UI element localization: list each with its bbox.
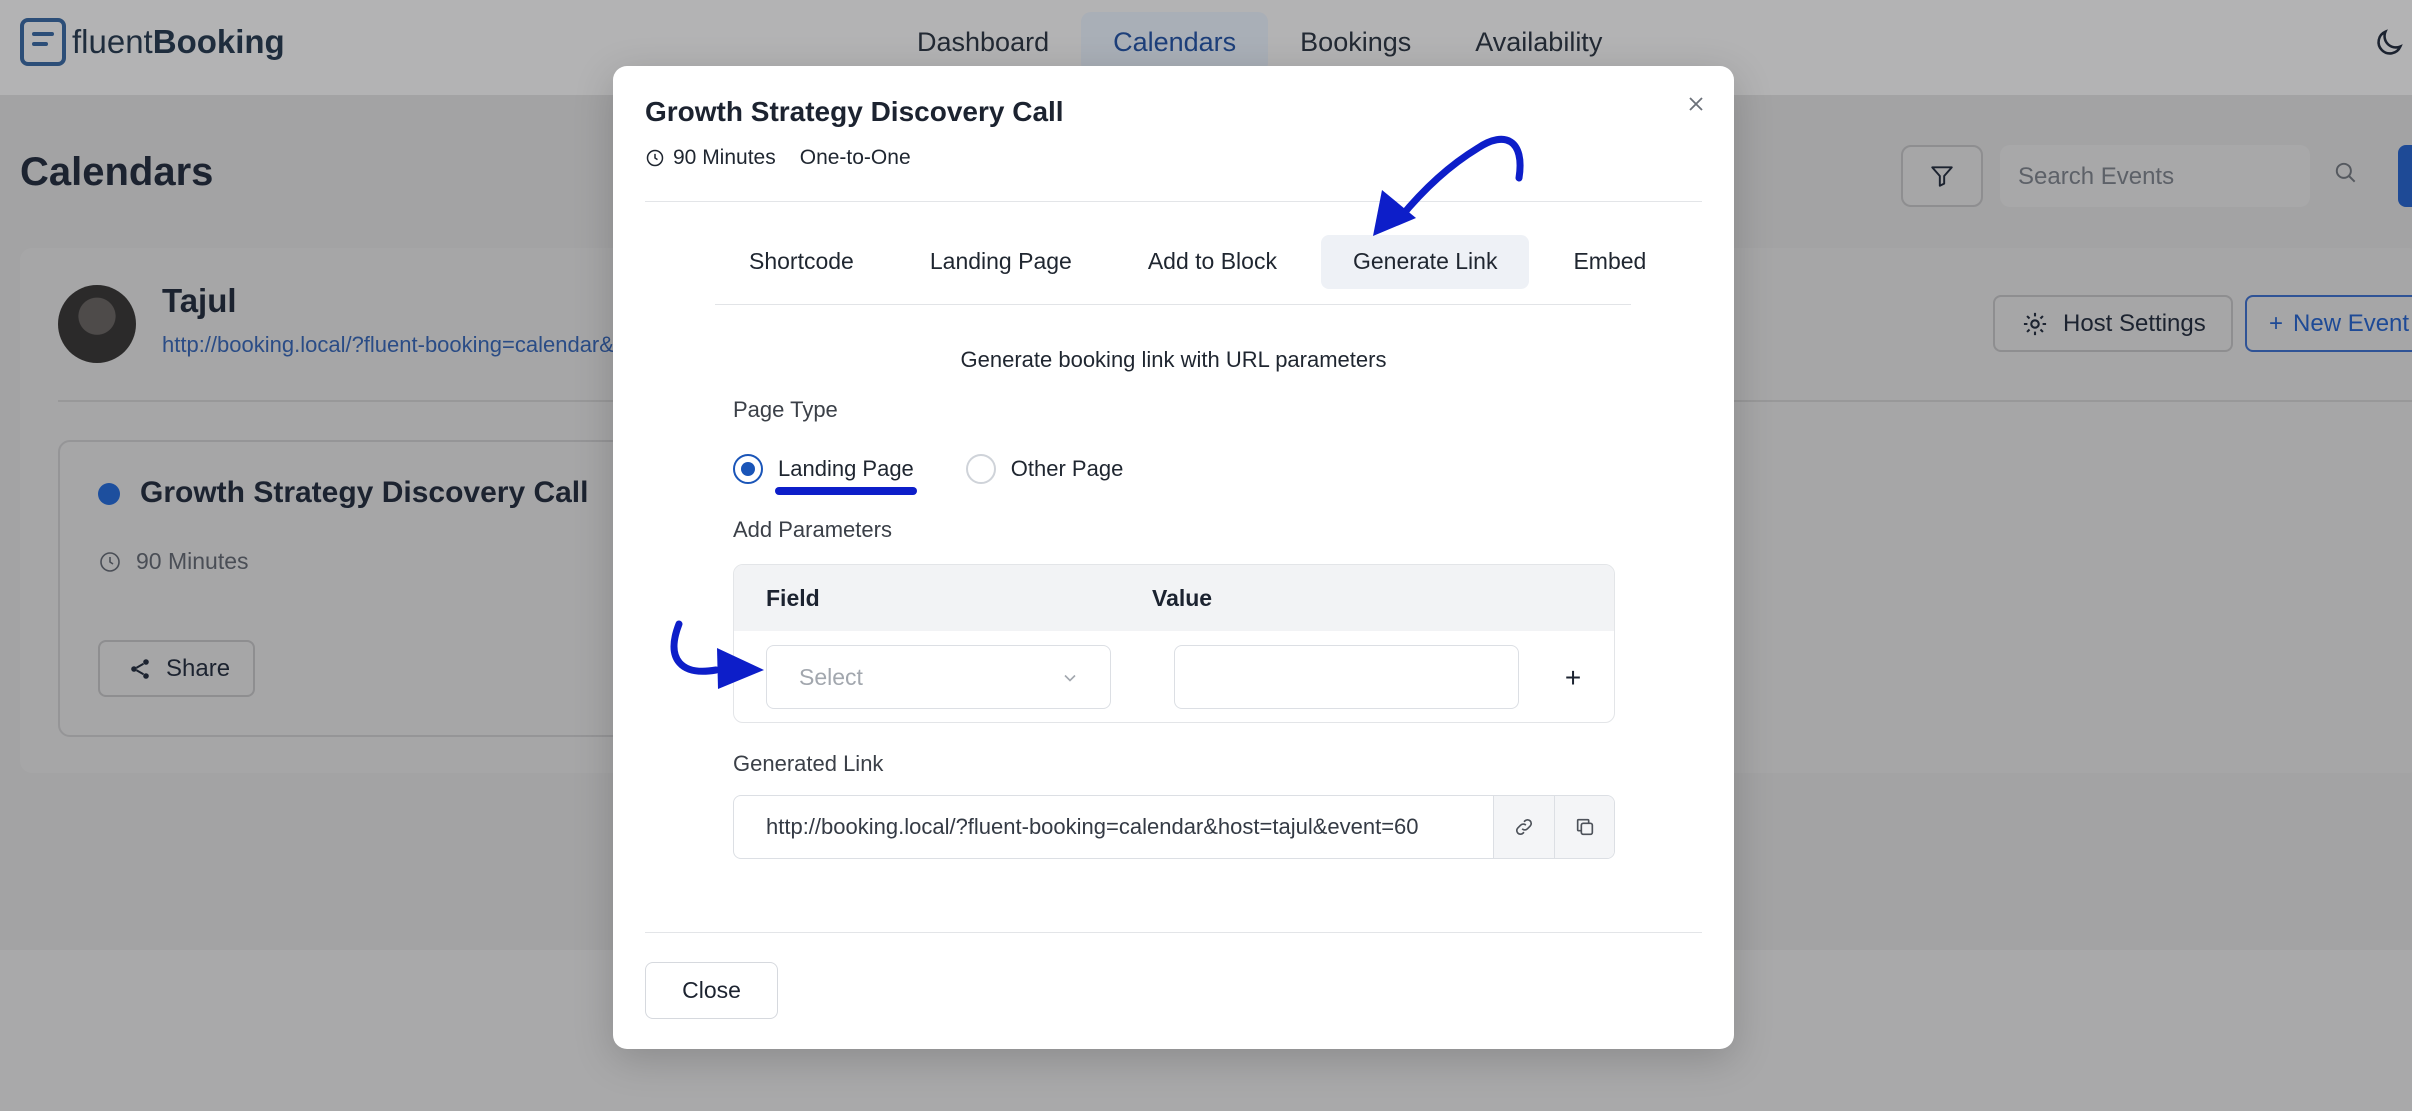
radio-landing-page-label: Landing Page xyxy=(778,456,914,481)
share-event-modal: Growth Strategy Discovery Call 90 Minute… xyxy=(613,66,1734,1049)
radio-other-page[interactable]: Other Page xyxy=(965,454,1124,484)
tab-generate-link[interactable]: Generate Link xyxy=(1320,235,1530,289)
modal-meta: 90 Minutes One-to-One xyxy=(645,146,911,170)
avatar xyxy=(58,285,136,363)
parameters-table: Field Value Select + xyxy=(733,564,1615,723)
tab-landing-page[interactable]: Landing Page xyxy=(898,235,1104,289)
nav-dashboard[interactable]: Dashboard xyxy=(885,12,1081,73)
tab-add-to-block[interactable]: Add to Block xyxy=(1116,235,1309,289)
nav-calendars[interactable]: Calendars xyxy=(1081,12,1269,73)
open-link-button[interactable] xyxy=(1494,796,1554,858)
share-label: Share xyxy=(166,654,231,682)
add-parameters-label: Add Parameters xyxy=(733,517,892,542)
new-event-label: New Event xyxy=(2293,309,2410,337)
generated-link-field[interactable]: http://booking.local/?fluent-booking=cal… xyxy=(734,796,1494,858)
new-event-button[interactable]: + New Event xyxy=(2245,295,2412,352)
main-nav: Dashboard Calendars Bookings Availabilit… xyxy=(885,12,1634,73)
tab-embed[interactable]: Embed xyxy=(1541,235,1678,289)
page-type-label: Page Type xyxy=(733,397,838,422)
modal-event-type: One-to-One xyxy=(799,146,911,169)
clock-icon xyxy=(100,551,120,572)
value-input[interactable] xyxy=(1174,645,1519,709)
copy-link-button[interactable] xyxy=(1554,796,1614,858)
modal-close-icon[interactable] xyxy=(1679,87,1713,121)
event-card-duration: 90 Minutes xyxy=(98,548,249,575)
app-logo[interactable]: fluentBooking xyxy=(20,18,285,66)
radio-unchecked-indicator xyxy=(965,454,996,484)
tab-shortcode[interactable]: Shortcode xyxy=(717,235,886,289)
annotation-underline xyxy=(775,487,917,495)
modal-divider-top xyxy=(645,201,1702,202)
search-icon[interactable] xyxy=(2333,160,2359,186)
copy-icon xyxy=(1576,818,1593,836)
share-button[interactable]: Share xyxy=(98,640,255,697)
value-column-header: Value xyxy=(1152,584,1213,611)
radio-landing-page[interactable]: Landing Page xyxy=(733,454,914,484)
filter-icon xyxy=(1931,166,1953,187)
logo-text: fluentBooking xyxy=(72,23,285,60)
host-name: Tajul xyxy=(162,282,237,319)
radio-other-page-label: Other Page xyxy=(1010,456,1124,481)
share-tabs: Shortcode Landing Page Add to Block Gene… xyxy=(715,235,1646,305)
nav-bookings[interactable]: Bookings xyxy=(1268,12,1443,73)
logo-icon xyxy=(20,18,66,66)
share-icon xyxy=(131,658,149,679)
gear-icon xyxy=(2023,312,2047,335)
primary-action-button-edge[interactable] xyxy=(2398,145,2412,207)
radio-checked-indicator xyxy=(733,454,763,484)
modal-divider-bottom xyxy=(645,932,1702,933)
chevron-down-icon xyxy=(1064,674,1076,682)
host-link[interactable]: http://booking.local/?fluent-booking=cal… xyxy=(162,332,622,358)
host-settings-label: Host Settings xyxy=(2063,309,2206,337)
dark-mode-moon-icon[interactable] xyxy=(2372,24,2406,62)
modal-title: Growth Strategy Discovery Call xyxy=(645,96,1064,127)
add-parameter-button[interactable]: + xyxy=(1554,659,1592,697)
event-status-dot xyxy=(98,483,120,505)
generated-link-group: http://booking.local/?fluent-booking=cal… xyxy=(733,795,1615,859)
generate-link-description: Generate booking link with URL parameter… xyxy=(960,347,1387,372)
clock-icon xyxy=(646,149,664,167)
field-select[interactable]: Select xyxy=(766,645,1111,709)
page-type-radio-group: Landing Page Other Page xyxy=(733,454,1123,484)
plus-icon: + xyxy=(2269,309,2284,337)
filter-button[interactable] xyxy=(1901,145,1983,207)
generated-link-label: Generated Link xyxy=(733,751,884,776)
modal-duration: 90 Minutes xyxy=(673,146,776,169)
link-icon xyxy=(1515,818,1533,836)
page-title: Calendars xyxy=(20,150,214,194)
event-card-title: Growth Strategy Discovery Call xyxy=(140,476,589,509)
nav-availability[interactable]: Availability xyxy=(1443,12,1634,73)
field-column-header: Field xyxy=(766,584,820,611)
field-select-placeholder: Select xyxy=(799,663,863,690)
parameters-table-header: Field Value xyxy=(734,565,1614,631)
close-button[interactable]: Close xyxy=(645,962,778,1019)
host-settings-button[interactable]: Host Settings xyxy=(1993,295,2233,352)
search-events-input[interactable]: Search Events xyxy=(2000,145,2310,207)
